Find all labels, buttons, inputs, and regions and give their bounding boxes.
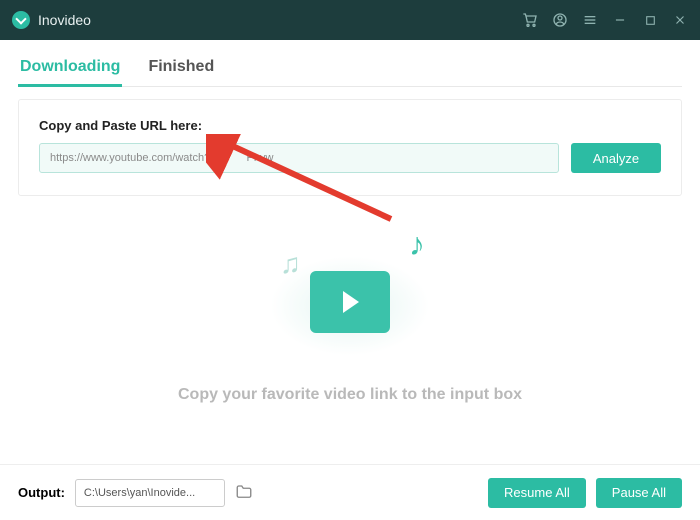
- main-content: Downloading Finished Copy and Paste URL …: [0, 40, 700, 454]
- maximize-icon[interactable]: [642, 12, 658, 28]
- empty-state: ♫ ♪ Copy your favorite video link to the…: [18, 196, 682, 454]
- analyze-button[interactable]: Analyze: [571, 143, 661, 173]
- menu-icon[interactable]: [582, 12, 598, 28]
- video-illustration-icon: ♫ ♪: [260, 226, 440, 366]
- empty-state-text: Copy your favorite video link to the inp…: [18, 386, 682, 404]
- titlebar: Inovideo: [0, 0, 700, 40]
- user-icon[interactable]: [552, 12, 568, 28]
- minimize-icon[interactable]: [612, 12, 628, 28]
- pause-all-button[interactable]: Pause All: [596, 478, 682, 508]
- app-title: Inovideo: [38, 12, 522, 28]
- footer-bar: Output: C:\Users\yan\Inovide... Resume A…: [0, 464, 700, 520]
- output-path-field[interactable]: C:\Users\yan\Inovide...: [75, 479, 225, 507]
- app-logo-icon: [12, 11, 30, 29]
- url-input-label: Copy and Paste URL here:: [39, 118, 661, 133]
- url-input-row: Analyze: [39, 143, 661, 173]
- output-label: Output:: [18, 485, 65, 500]
- url-input[interactable]: [39, 143, 559, 173]
- close-icon[interactable]: [672, 12, 688, 28]
- tab-downloading[interactable]: Downloading: [18, 50, 122, 86]
- cart-icon[interactable]: [522, 12, 538, 28]
- resume-all-button[interactable]: Resume All: [488, 478, 586, 508]
- window-controls: [522, 12, 688, 28]
- url-input-card: Copy and Paste URL here: Analyze: [18, 99, 682, 196]
- browse-folder-icon[interactable]: [235, 483, 255, 503]
- tab-finished[interactable]: Finished: [146, 50, 216, 86]
- tab-bar: Downloading Finished: [18, 50, 682, 87]
